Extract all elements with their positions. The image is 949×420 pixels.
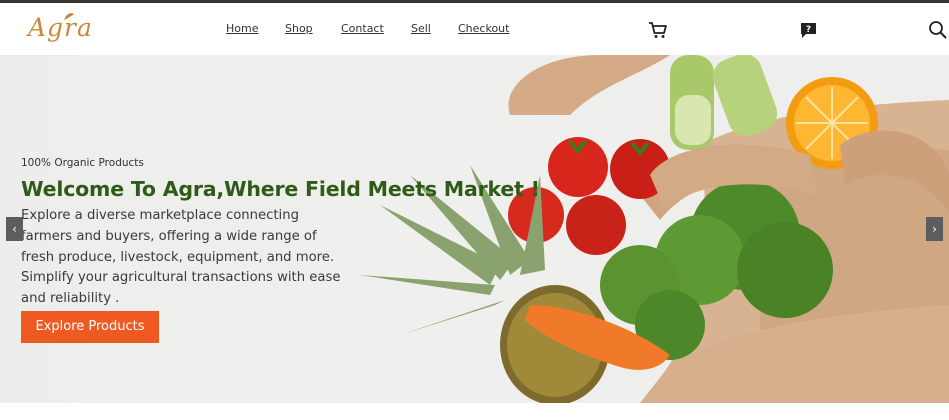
cart-icon[interactable] xyxy=(648,20,668,40)
navbar: Agra Home Shop Contact Sell Checkout ? xyxy=(0,3,949,55)
hero-title: Welcome To Agra,Where Field Meets Market… xyxy=(21,177,540,201)
produce-bag-image xyxy=(360,55,949,403)
explore-products-button[interactable]: Explore Products xyxy=(21,311,159,343)
chevron-left-icon: ‹ xyxy=(12,222,17,236)
nav-link-home[interactable]: Home xyxy=(226,22,258,35)
hero-banner: 100% Organic Products Welcome To Agra,Wh… xyxy=(0,55,949,403)
chevron-right-icon: › xyxy=(932,222,937,236)
nav-link-sell[interactable]: Sell xyxy=(411,22,431,35)
nav-link-shop[interactable]: Shop xyxy=(285,22,313,35)
hero-description: Explore a diverse marketplace connecting… xyxy=(21,208,341,307)
logo-text: Agra xyxy=(28,13,93,42)
page-bottom-area xyxy=(0,403,949,420)
help-icon[interactable]: ? xyxy=(800,22,817,39)
svg-text:?: ? xyxy=(806,25,811,35)
nav-link-checkout[interactable]: Checkout xyxy=(458,22,509,35)
carousel-next-button[interactable]: › xyxy=(926,217,943,241)
hero-subtitle: 100% Organic Products xyxy=(21,157,144,169)
carousel-prev-button[interactable]: ‹ xyxy=(6,217,23,241)
brand-logo[interactable]: Agra xyxy=(24,9,116,51)
nav-link-contact[interactable]: Contact xyxy=(341,22,384,35)
search-icon[interactable] xyxy=(928,20,948,40)
